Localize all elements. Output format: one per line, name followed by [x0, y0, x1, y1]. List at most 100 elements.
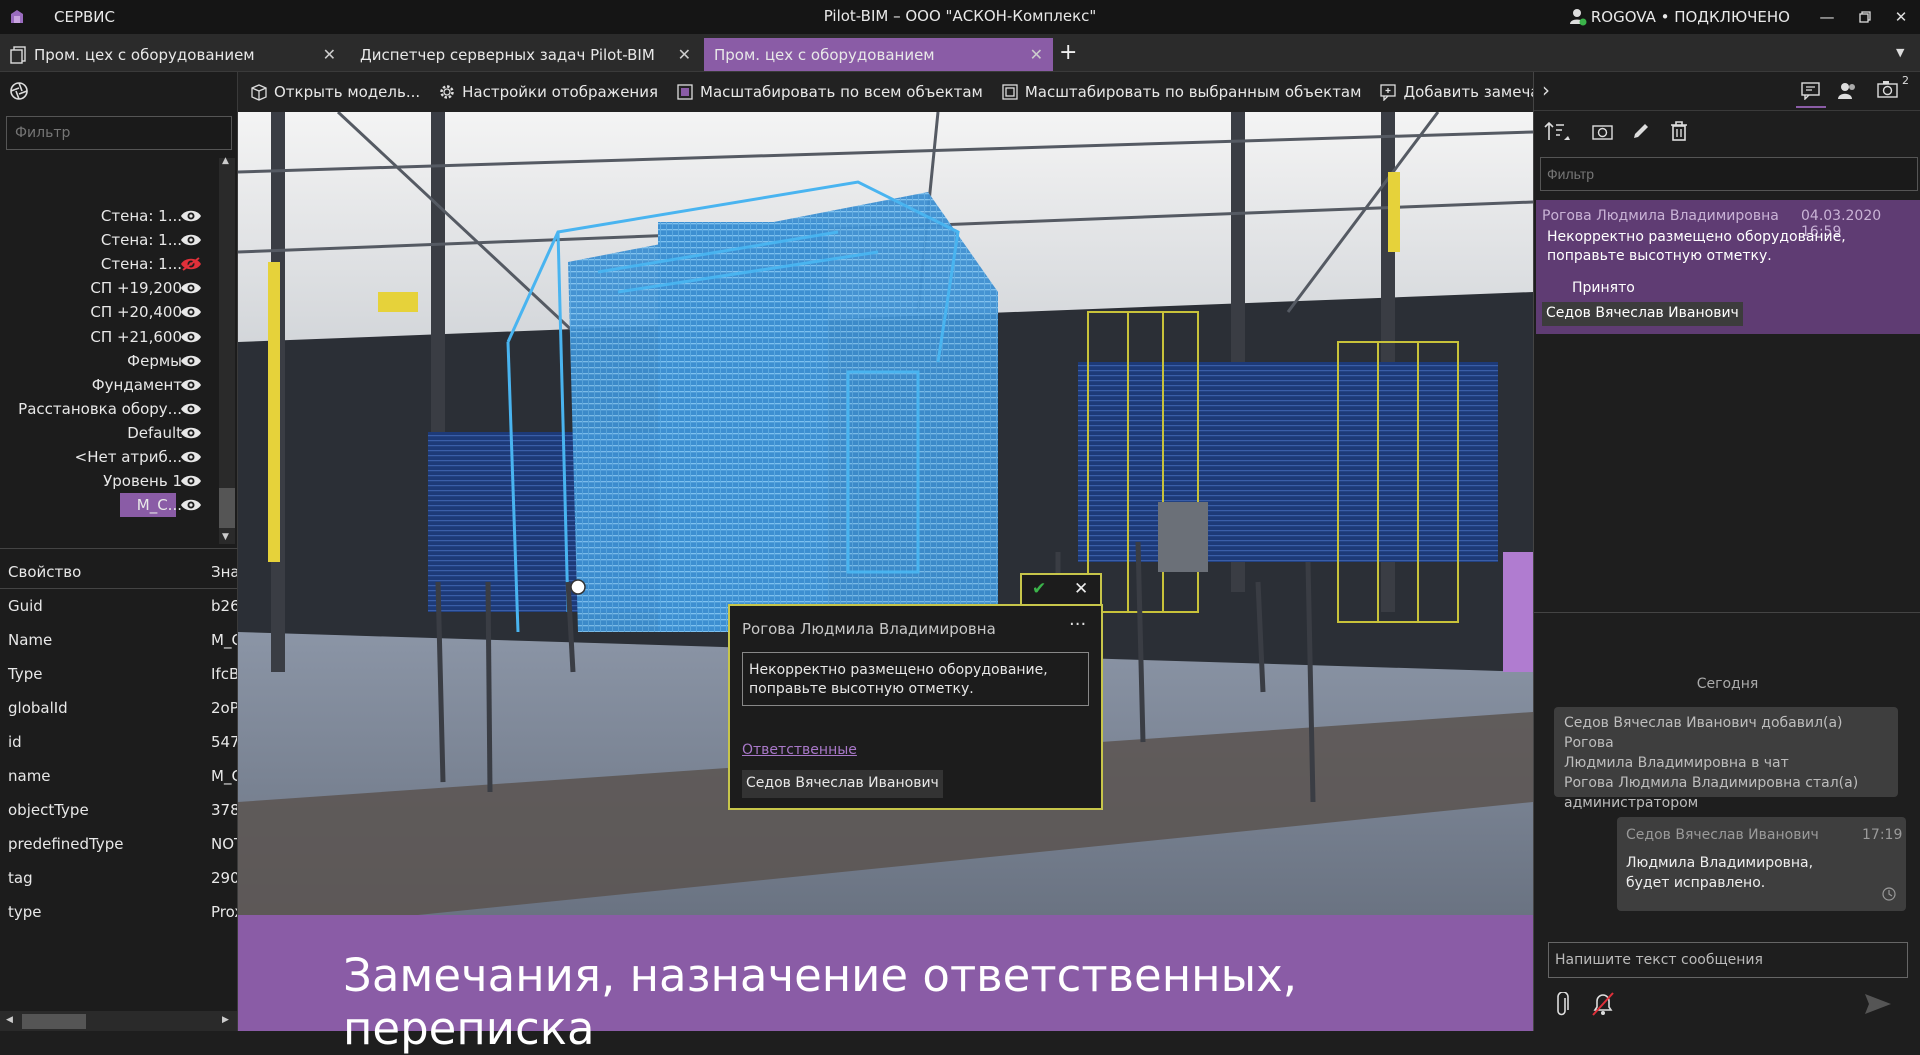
responsible-chip[interactable]: Седов Вячеслав Иванович	[742, 770, 943, 798]
message-input[interactable]: Напишите текст сообщения	[1548, 942, 1908, 978]
eye-icon[interactable]	[180, 304, 202, 320]
layer-row[interactable]: СП +21,600	[0, 325, 218, 349]
menu-service[interactable]: СЕРВИС	[54, 8, 115, 26]
close-icon: ✕	[1894, 8, 1908, 26]
properties-hscrollbar[interactable]: ◀ ▶	[0, 1011, 237, 1031]
zoom-all-button[interactable]: Масштабировать по всем объектам	[676, 83, 983, 101]
message-time: 17:19	[1862, 827, 1903, 843]
remark-item[interactable]: Рогова Людмила Владимировна 04.03.2020 1…	[1536, 200, 1920, 334]
property-row[interactable]: type Prox	[0, 895, 237, 929]
layer-label: СП +20,400	[90, 303, 182, 322]
layer-row[interactable]: СП +20,400	[0, 300, 218, 324]
layer-row[interactable]: Default	[0, 421, 218, 445]
chat-divider[interactable]	[1534, 612, 1920, 613]
tab-close-icon[interactable]: ✕	[1030, 45, 1043, 64]
notifications-off-icon[interactable]	[1590, 990, 1616, 1018]
app-logo-icon[interactable]	[8, 8, 26, 26]
layers-filter-input[interactable]	[6, 116, 232, 150]
message-author: Седов Вячеслав Иванович	[1626, 827, 1819, 843]
layer-row[interactable]: Фундамент	[0, 373, 218, 397]
remark-pin[interactable]	[570, 579, 586, 595]
property-key: name	[8, 767, 51, 785]
property-row[interactable]: globalId 2oP	[0, 691, 237, 725]
eye-icon[interactable]	[180, 473, 202, 489]
property-row[interactable]: Name M_C	[0, 623, 237, 657]
zoom-selected-button[interactable]: Масштабировать по выбранным объектам	[1001, 83, 1361, 101]
users-icon[interactable]	[1837, 82, 1859, 100]
message-text: Людмила Владимировна, будет исправлено.	[1626, 853, 1813, 893]
tab-label: Пром. цех с оборудованием	[714, 45, 935, 64]
accept-check-icon[interactable]: ✔	[1032, 579, 1046, 599]
delete-trash-icon[interactable]	[1670, 121, 1688, 141]
property-row[interactable]: tag 290	[0, 861, 237, 895]
edit-pencil-icon[interactable]	[1632, 122, 1650, 140]
restore-button[interactable]	[1850, 4, 1880, 30]
minimize-button[interactable]: —	[1812, 4, 1842, 30]
remarks-tab[interactable]	[1796, 74, 1826, 108]
new-tab-button[interactable]: +	[1059, 40, 1077, 65]
layer-row[interactable]: Стена: 1...	[0, 228, 218, 252]
layer-row[interactable]: M_C...	[0, 493, 218, 518]
popup-menu-icon[interactable]: ···	[1069, 614, 1086, 635]
layer-row[interactable]: Фермы	[0, 349, 218, 373]
scroll-up-icon[interactable]: ▲	[222, 156, 229, 166]
tab-workshop-2[interactable]: Пром. цех с оборудованием ✕	[704, 38, 1053, 71]
open-model-button[interactable]: Открыть модель...	[250, 83, 420, 101]
layer-label: <Нет атриб...	[74, 448, 182, 466]
popup-text-field[interactable]: Некорректно размещено оборудование, попр…	[742, 652, 1089, 706]
scroll-down-icon[interactable]: ▼	[222, 532, 229, 542]
eye-icon[interactable]	[180, 497, 202, 513]
hscrollbar-thumb[interactable]	[22, 1014, 86, 1029]
aperture-icon[interactable]	[10, 82, 28, 100]
display-settings-button[interactable]: Настройки отображения	[438, 83, 658, 101]
property-key: Name	[8, 631, 53, 649]
eye-icon[interactable]	[180, 353, 202, 369]
eye-icon[interactable]	[180, 329, 202, 345]
prop-value-header[interactable]: Знач	[211, 563, 237, 581]
property-row[interactable]: predefinedType NOT	[0, 827, 237, 861]
property-row[interactable]: Guid b26	[0, 589, 237, 623]
layer-row[interactable]: Расстановка обору...	[0, 397, 218, 421]
responsible-link[interactable]: Ответственные	[742, 742, 857, 758]
eye-icon[interactable]	[180, 425, 202, 441]
user-status[interactable]: ROGOVA • ПОДКЛЮЧЕНО	[1569, 8, 1790, 26]
property-row[interactable]: Type IfcB	[0, 657, 237, 691]
scrollbar-thumb[interactable]	[219, 488, 235, 528]
user-status-label: ROGOVA • ПОДКЛЮЧЕНО	[1590, 8, 1790, 26]
remark-responsible-chip[interactable]: Седов Вячеслав Иванович	[1542, 302, 1743, 326]
eye-icon[interactable]	[180, 208, 202, 224]
popup-close-icon[interactable]: ✕	[1074, 579, 1088, 599]
collapse-panel-icon[interactable]: ›	[1542, 78, 1550, 102]
eye-icon[interactable]	[180, 377, 202, 393]
tab-server-tasks[interactable]: Диспетчер серверных задач Pilot-BIM ✕	[350, 38, 701, 71]
layer-row[interactable]: <Нет атриб...	[0, 445, 218, 469]
eye-icon[interactable]	[180, 401, 202, 417]
sort-icon[interactable]	[1544, 120, 1572, 142]
layer-row[interactable]: Стена: 1...	[0, 252, 218, 276]
property-row[interactable]: id 547	[0, 725, 237, 759]
screenshot-icon[interactable]	[1592, 122, 1614, 140]
layers-scrollbar[interactable]: ▲ ▼	[219, 156, 235, 544]
tab-close-icon[interactable]: ✕	[323, 45, 336, 64]
eye-icon[interactable]	[180, 232, 202, 248]
tab-workshop-1[interactable]: Пром. цех с оборудованием ✕	[0, 38, 346, 71]
chat-message[interactable]: Седов Вячеслав Иванович 17:19 Людмила Вл…	[1617, 817, 1906, 911]
layer-row[interactable]: Уровень 1	[0, 469, 218, 493]
eye-icon[interactable]	[180, 280, 202, 296]
layer-row[interactable]: Стена: 1...	[0, 204, 218, 228]
remarks-filter-input[interactable]	[1540, 157, 1918, 191]
send-icon[interactable]	[1864, 992, 1892, 1016]
property-row[interactable]: name M_C	[0, 759, 237, 793]
eye-icon[interactable]	[180, 449, 202, 465]
tabs-dropdown-icon[interactable]: ▼	[1896, 46, 1904, 59]
property-row[interactable]: objectType 378	[0, 793, 237, 827]
layer-row[interactable]: СП +19,200	[0, 276, 218, 300]
prop-key-header[interactable]: Свойство	[8, 563, 81, 581]
scroll-right-icon[interactable]: ▶	[222, 1015, 229, 1025]
scroll-left-icon[interactable]: ◀	[6, 1015, 13, 1025]
attach-paperclip-icon[interactable]	[1554, 992, 1570, 1018]
tab-close-icon[interactable]: ✕	[678, 45, 691, 64]
close-window-button[interactable]: ✕	[1886, 4, 1916, 30]
snapshots-tab[interactable]: 2	[1877, 74, 1909, 102]
eye-off-icon[interactable]	[180, 256, 202, 272]
